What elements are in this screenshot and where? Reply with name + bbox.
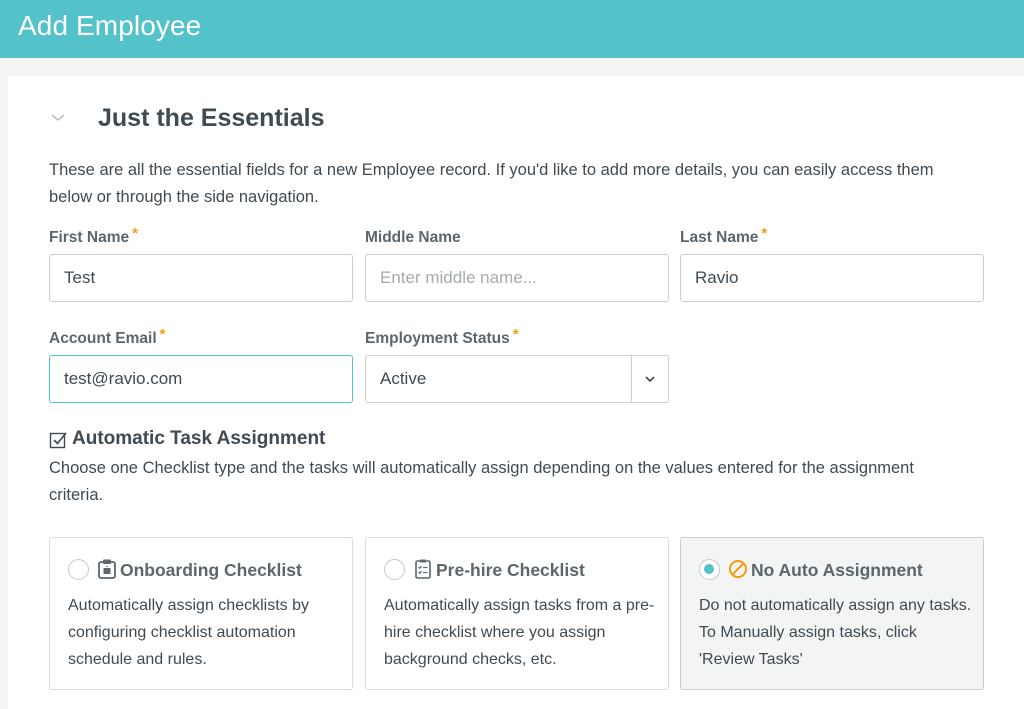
no-auto-assignment-radio[interactable]: [699, 559, 720, 580]
task-assignment-title: Automatic Task Assignment: [72, 428, 326, 449]
required-marker: *: [761, 225, 768, 242]
employment-status-value: Active: [380, 369, 427, 388]
required-marker: *: [159, 326, 166, 343]
first-name-input[interactable]: [49, 254, 353, 302]
chevron-down-icon[interactable]: [48, 108, 68, 128]
page-title: Add Employee: [18, 10, 202, 41]
onboarding-checklist-description: Automatically assign checklists by confi…: [68, 597, 309, 668]
last-name-input[interactable]: [680, 254, 984, 302]
onboarding-radio[interactable]: [68, 559, 89, 580]
checklist-icon: [412, 558, 434, 580]
task-assignment-description: Choose one Checklist type and the tasks …: [49, 459, 914, 504]
prohibited-icon: [727, 558, 749, 580]
required-marker: *: [132, 225, 138, 242]
account-email-label: Account Email *: [49, 326, 166, 347]
pre-hire-checklist-description: Automatically assign tasks from a pre-hi…: [384, 597, 655, 668]
checkbox-icon: [49, 430, 69, 450]
pre-hire-radio[interactable]: [384, 559, 405, 580]
employment-status-select[interactable]: Active: [365, 355, 669, 403]
no-auto-assignment-title: No Auto Assignment: [751, 560, 923, 580]
onboarding-checklist-option[interactable]: Onboarding Checklist Automatically assig…: [49, 537, 353, 690]
required-marker: *: [512, 326, 519, 343]
section-title: Just the Essentials: [98, 104, 325, 132]
onboarding-checklist-title: Onboarding Checklist: [120, 560, 302, 580]
middle-name-label: Middle Name: [365, 229, 461, 246]
no-auto-assignment-option[interactable]: No Auto Assignment Do not automatically …: [680, 537, 984, 690]
chevron-down-icon[interactable]: [643, 372, 657, 386]
clipboard-icon: [96, 558, 118, 580]
pre-hire-checklist-title: Pre-hire Checklist: [436, 560, 585, 580]
section-description: These are all the essential fields for a…: [49, 161, 934, 206]
employment-status-label: Employment Status *: [365, 326, 519, 347]
account-email-input[interactable]: [49, 355, 353, 403]
first-name-label: First Name *: [49, 225, 138, 246]
pre-hire-checklist-option[interactable]: Pre-hire Checklist Automatically assign …: [365, 537, 669, 690]
page-header: Add Employee: [0, 0, 1024, 58]
no-auto-assignment-description: Do not automatically assign any tasks. T…: [699, 597, 972, 668]
last-name-label: Last Name *: [680, 225, 768, 246]
middle-name-input[interactable]: [365, 254, 669, 302]
select-divider: [631, 356, 632, 402]
